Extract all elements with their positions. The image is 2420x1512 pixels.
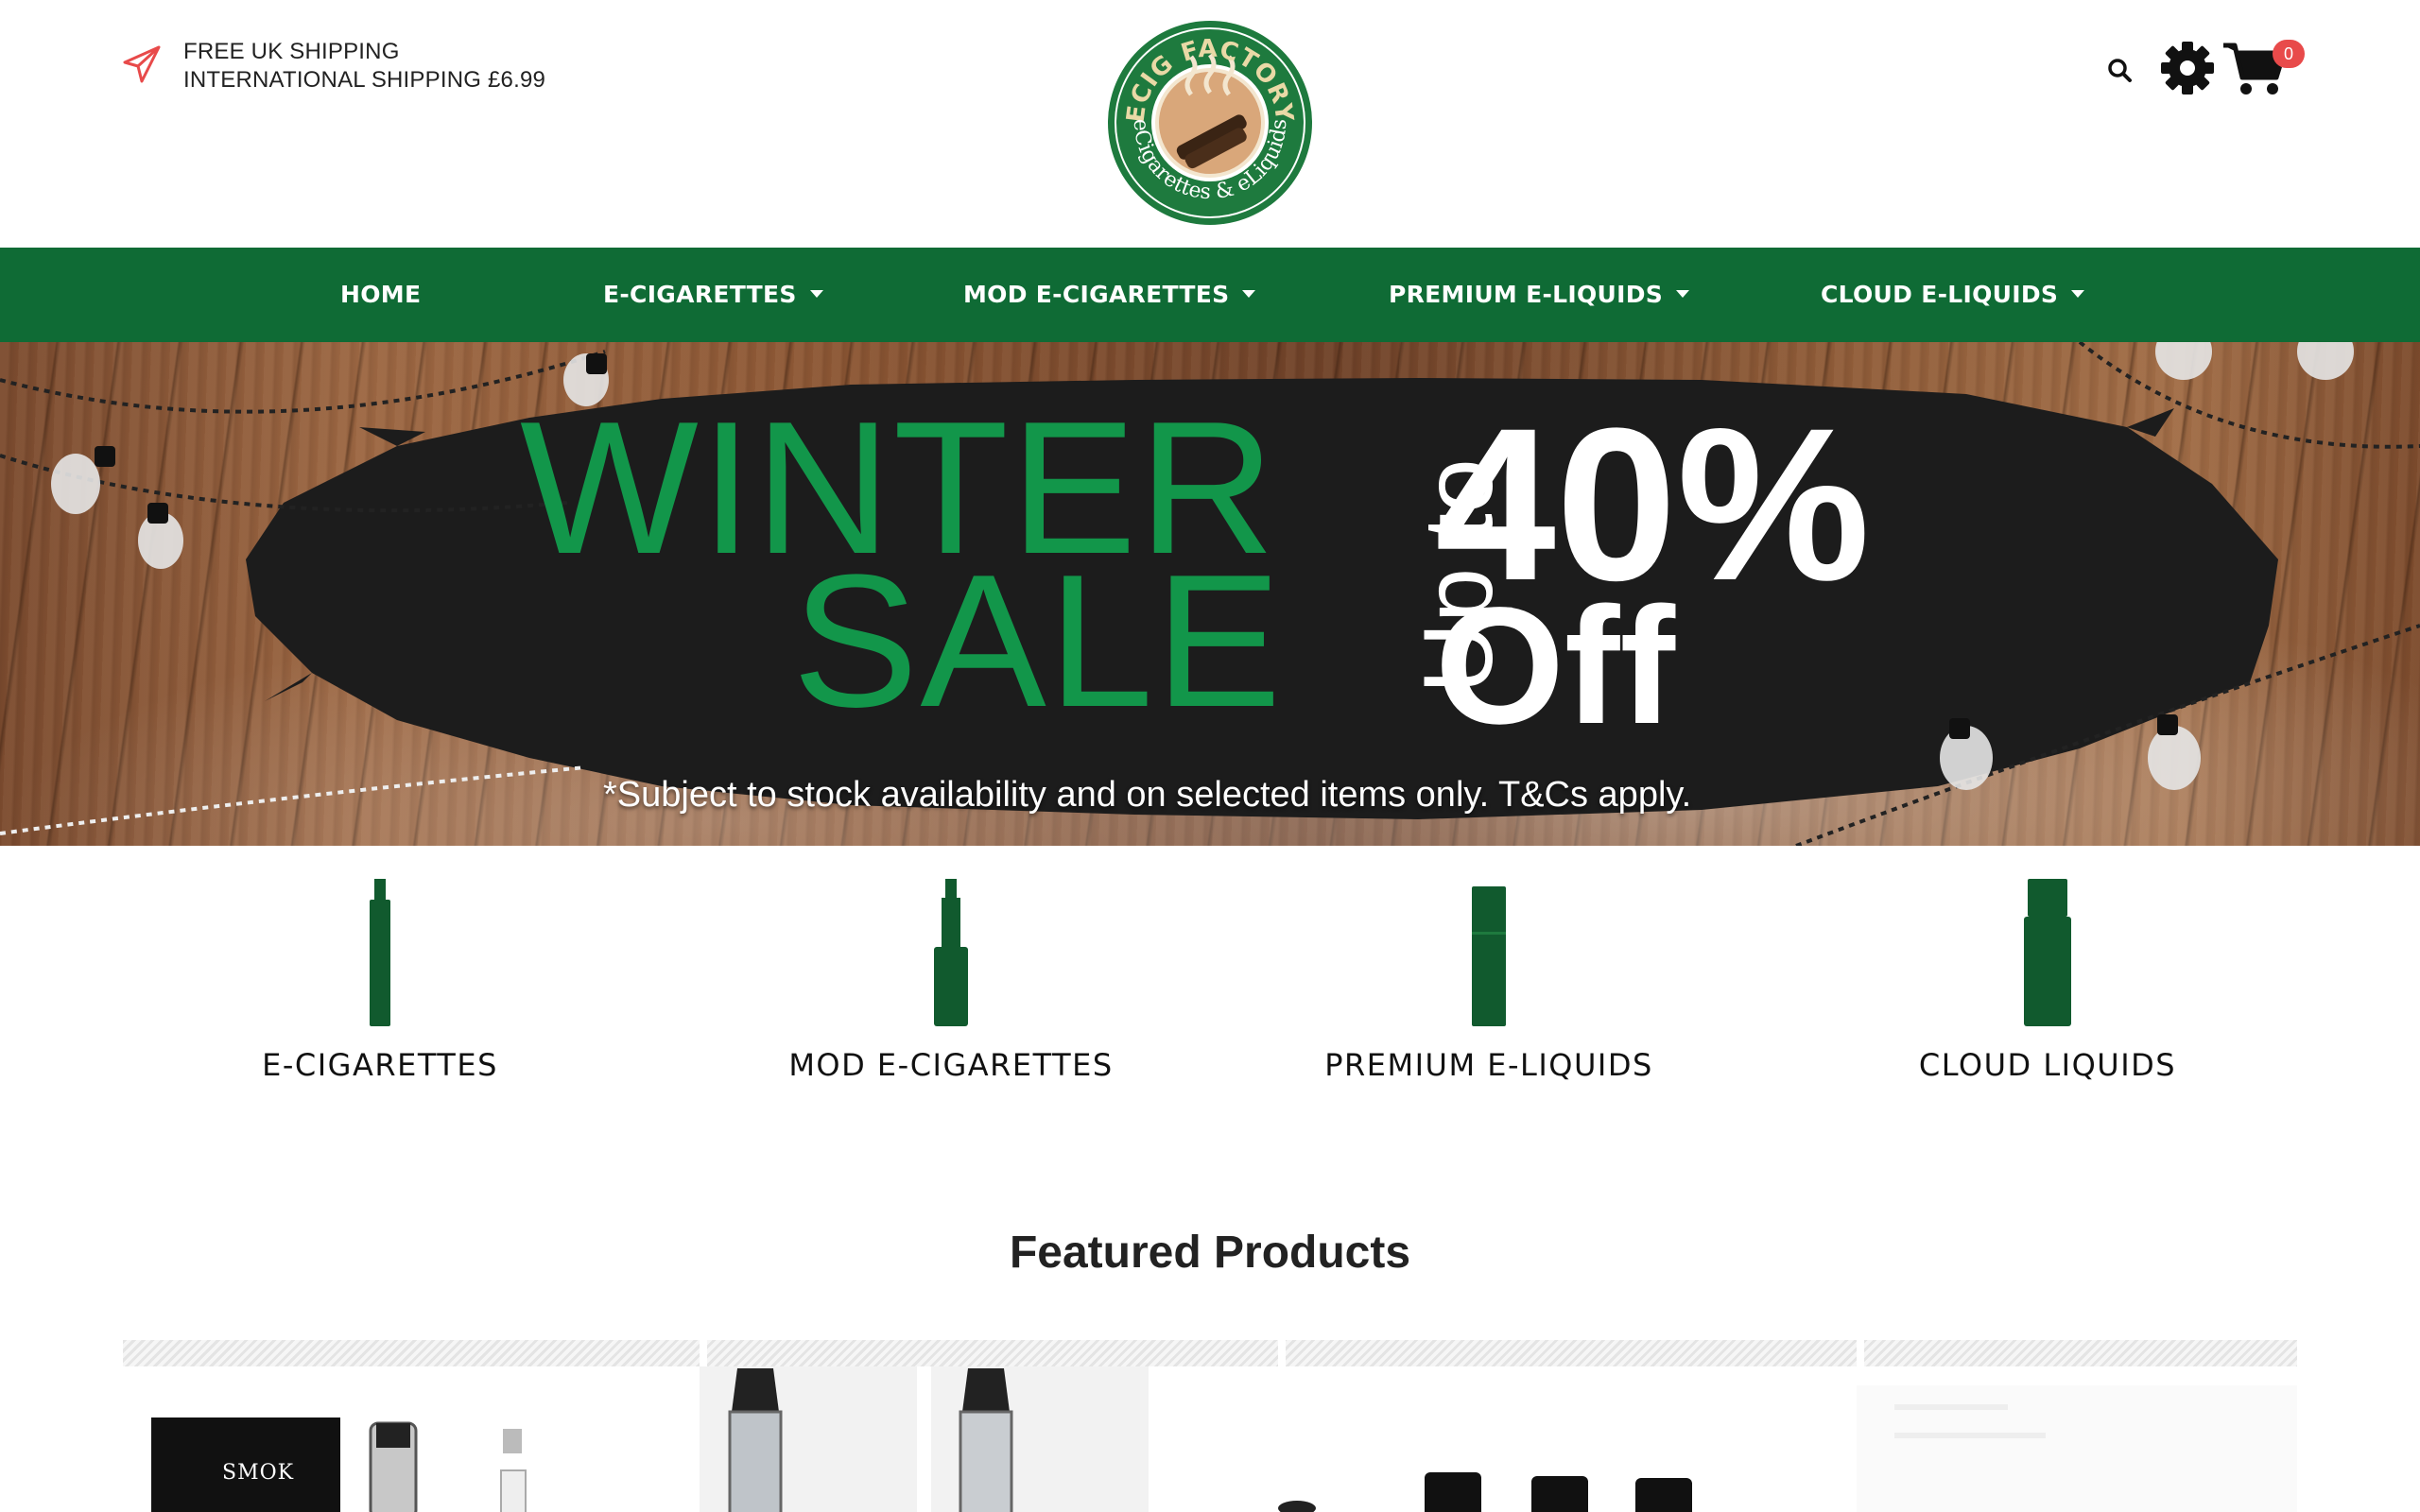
product-card-smok-kit[interactable]: SMOK — [123, 1366, 690, 1512]
category-mod-e-cigarettes[interactable]: MOD E-CIGARETTES — [771, 879, 1131, 1083]
featured-products-title: Featured Products — [1009, 1228, 1411, 1278]
nav-item-label: HOME — [340, 281, 422, 308]
nav-item-label: MOD E-CIGARETTES — [963, 281, 1230, 308]
gear-icon[interactable] — [2159, 40, 2216, 96]
category-label: MOD E-CIGARETTES — [788, 1047, 1114, 1083]
divider-gap — [700, 1340, 707, 1366]
divider-gap — [1857, 1340, 1864, 1366]
nav-item-label: E-CIGARETTES — [603, 281, 797, 308]
caret-down-icon — [1676, 290, 1690, 298]
category-label: E-CIGARETTES — [262, 1047, 498, 1083]
product-brand-label: SMOK — [222, 1461, 295, 1485]
ecig-icon — [370, 879, 390, 1026]
nav-item-mod-e-cigarettes[interactable]: MOD E-CIGARETTES — [963, 248, 1256, 342]
product-image — [151, 1418, 527, 1512]
caret-down-icon — [2071, 290, 2085, 298]
nav-item-home[interactable]: HOME — [340, 248, 421, 342]
paper-plane-icon — [123, 45, 161, 83]
product-card-liquids[interactable] — [1278, 1366, 1845, 1512]
category-cloud-liquids[interactable]: CLOUD LIQUIDS — [1906, 879, 2189, 1083]
featured-divider — [123, 1340, 2297, 1366]
nav-item-cloud-e-liquids[interactable]: CLOUD E-LIQUIDS — [1821, 248, 2085, 342]
banner-percent-text: 40% — [1435, 383, 1871, 626]
caret-down-icon — [809, 290, 823, 298]
main-nav: HOME E-CIGARETTES MOD E-CIGARETTES PREMI… — [0, 248, 2420, 342]
divider-gap — [1278, 1340, 1286, 1366]
winter-sale-banner[interactable]: WINTER SALE Up to 40% Off *Subject to st… — [0, 342, 2420, 846]
site-logo[interactable]: ECIG FACTORY eCigarettes & eLiquids — [1106, 19, 1314, 227]
nav-item-premium-e-liquids[interactable]: PREMIUM E-LIQUIDS — [1389, 248, 1690, 342]
shipping-info: FREE UK SHIPPING INTERNATIONAL SHIPPING … — [121, 38, 545, 94]
site-header: FREE UK SHIPPING INTERNATIONAL SHIPPING … — [0, 0, 2420, 248]
nav-item-label: CLOUD E-LIQUIDS — [1821, 281, 2059, 308]
banner-disclaimer: *Subject to stock availability and on se… — [603, 775, 1692, 815]
shipping-line-uk: FREE UK SHIPPING — [183, 39, 400, 64]
product-image — [1857, 1385, 2297, 1512]
banner-sale-text: SALE — [792, 536, 1284, 747]
premium-liquid-icon — [1472, 886, 1506, 1026]
product-image — [1278, 1472, 1692, 1512]
category-e-cigarettes[interactable]: E-CIGARETTES — [248, 879, 512, 1083]
category-label: PREMIUM E-LIQUIDS — [1324, 1047, 1653, 1083]
category-label: CLOUD LIQUIDS — [1918, 1047, 2177, 1083]
banner-off-text: Off — [1435, 574, 1676, 759]
mod-ecig-icon — [934, 879, 968, 1026]
nav-item-label: PREMIUM E-LIQUIDS — [1389, 281, 1664, 308]
caret-down-icon — [1242, 290, 1256, 298]
cloud-liquid-icon — [2024, 879, 2071, 1026]
product-card-tank[interactable] — [700, 1366, 1267, 1512]
search-icon[interactable] — [2106, 57, 2133, 83]
product-image — [700, 1366, 1149, 1512]
category-premium-e-liquids[interactable]: PREMIUM E-LIQUIDS — [1305, 879, 1673, 1083]
cart-count-badge: 0 — [2273, 40, 2305, 68]
shipping-line-international: INTERNATIONAL SHIPPING £6.99 — [183, 67, 546, 93]
product-card-faded[interactable] — [1857, 1366, 2297, 1512]
nav-item-e-cigarettes[interactable]: E-CIGARETTES — [603, 248, 823, 342]
